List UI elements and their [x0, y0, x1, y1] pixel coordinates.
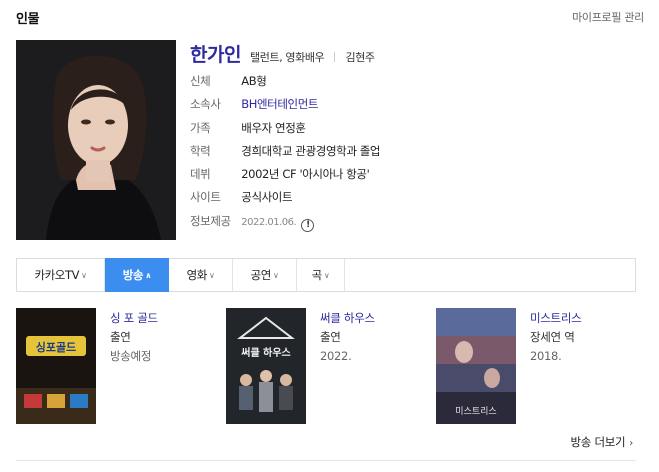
broadcast-more-link[interactable]: 방송 더보기 ›: [570, 434, 634, 450]
poster-title-text: 써클 하우스: [241, 346, 290, 359]
poster-title-text: 싱포골드: [36, 340, 76, 354]
poster-title-text: 미스트리스: [455, 406, 496, 417]
works-list: 싱포골드 싱 포 골드 출연 방송예정 써클 하우스 써클 하우스 출연 202…: [16, 308, 646, 428]
info-value: AB형: [241, 74, 267, 88]
chevron-down-icon: ∨: [208, 270, 215, 280]
tab-song[interactable]: 곡 ∨: [297, 259, 345, 291]
info-row-agency: 소속사 BH엔터테인먼트: [190, 93, 380, 116]
work-status: 2022.: [320, 349, 352, 363]
info-label: 학력: [190, 143, 211, 158]
info-label: 신체: [190, 74, 211, 88]
chevron-down-icon: ∨: [272, 270, 279, 280]
work-status: 방송예정: [110, 349, 152, 363]
tab-performance[interactable]: 공연 ∨: [233, 259, 297, 291]
tab-broadcast[interactable]: 방송 ∧: [105, 258, 169, 292]
work-title[interactable]: 싱 포 골드: [110, 309, 158, 328]
chevron-down-icon: ∨: [81, 270, 87, 280]
profile-info-list: 신체 AB형 소속사 BH엔터테인먼트 가족 배우자 연정훈 학력 경희대학교 …: [190, 70, 381, 233]
tab-kakaotv[interactable]: 카카오TV ∨: [17, 259, 105, 291]
work-role: 장세연 역: [530, 330, 575, 344]
info-label: 정보제공: [190, 213, 231, 228]
profile-photo[interactable]: [16, 40, 176, 240]
info-row-body: 신체 AB형: [190, 70, 380, 93]
poster-circle-house[interactable]: 써클 하우스: [226, 308, 306, 424]
official-site-link[interactable]: 공식사이트: [241, 190, 292, 204]
work-item[interactable]: 미스트리스 미스트리스 장세연 역 2018.: [436, 308, 636, 424]
category-tabs: 카카오TV ∨ 방송 ∧ 영화 ∨ 공연 ∨ 곡 ∨: [16, 258, 636, 292]
my-profile-manage-link[interactable]: 마이프로필 관리: [572, 9, 644, 25]
chevron-down-icon: ∨: [323, 270, 330, 280]
info-label: 소속사: [190, 97, 221, 112]
original-name: 김현주: [345, 51, 375, 64]
profile-name-row: 한가인 탤런트, 영화배우 김현주: [190, 40, 375, 66]
work-status: 2018.: [530, 349, 562, 363]
tab-label: 곡: [311, 268, 323, 282]
chevron-up-icon: ∧: [145, 270, 152, 280]
work-title[interactable]: 써클 하우스: [320, 309, 375, 328]
work-text: 써클 하우스 출연 2022.: [320, 309, 375, 366]
work-item[interactable]: 써클 하우스 써클 하우스 출연 2022.: [226, 308, 426, 424]
info-row-family: 가족 배우자 연정훈: [190, 117, 380, 140]
info-row-provided: 정보제공 2022.01.06. !: [190, 210, 380, 233]
info-value: 배우자 연정훈: [241, 120, 306, 135]
section-title: 인물: [16, 12, 40, 27]
info-row-education: 학력 경희대학교 관광경영학과 졸업: [190, 140, 381, 163]
work-role: 출연: [110, 330, 131, 344]
work-title[interactable]: 미스트리스: [530, 309, 582, 328]
info-row-debut: 데뷔 2002년 CF '아시아나 항공': [190, 163, 380, 186]
poster-image: 써클 하우스: [226, 308, 306, 424]
work-text: 미스트리스 장세연 역 2018.: [530, 309, 582, 366]
info-row-site: 사이트 공식사이트: [190, 186, 380, 209]
info-notice-icon[interactable]: !: [301, 218, 315, 232]
more-link-label: 방송 더보기: [570, 435, 626, 449]
poster-mistress[interactable]: 미스트리스: [436, 308, 516, 424]
tab-movie[interactable]: 영화 ∨: [169, 259, 233, 291]
work-role: 출연: [320, 330, 341, 344]
poster-sing-for-gold[interactable]: 싱포골드: [16, 308, 96, 424]
poster-image: 미스트리스: [436, 308, 516, 424]
divider: [334, 52, 336, 62]
poster-image: 싱포골드: [16, 308, 96, 424]
info-label: 사이트: [190, 190, 221, 205]
divider: [16, 460, 636, 461]
info-date: 2022.01.06.: [241, 216, 297, 228]
tab-label: 공연: [250, 268, 272, 282]
info-value: 경희대학교 관광경영학과 졸업: [241, 143, 381, 158]
chevron-right-icon: ›: [629, 438, 633, 449]
section-header: 인물 마이프로필 관리: [16, 8, 644, 28]
info-label: 데뷔: [190, 167, 211, 182]
work-text: 싱 포 골드 출연 방송예정: [110, 309, 158, 366]
tab-label: 방송: [122, 268, 144, 282]
tab-label: 영화: [186, 268, 208, 282]
portrait-image: [16, 40, 176, 240]
tab-label: 카카오TV: [34, 268, 80, 282]
info-value: 2002년 CF '아시아나 항공': [241, 167, 370, 182]
agency-link[interactable]: BH엔터테인먼트: [241, 97, 318, 111]
work-item[interactable]: 싱포골드 싱 포 골드 출연 방송예정: [16, 308, 216, 424]
info-label: 가족: [190, 120, 211, 135]
person-name[interactable]: 한가인: [190, 44, 241, 66]
occupation: 탤런트, 영화배우: [250, 51, 325, 64]
